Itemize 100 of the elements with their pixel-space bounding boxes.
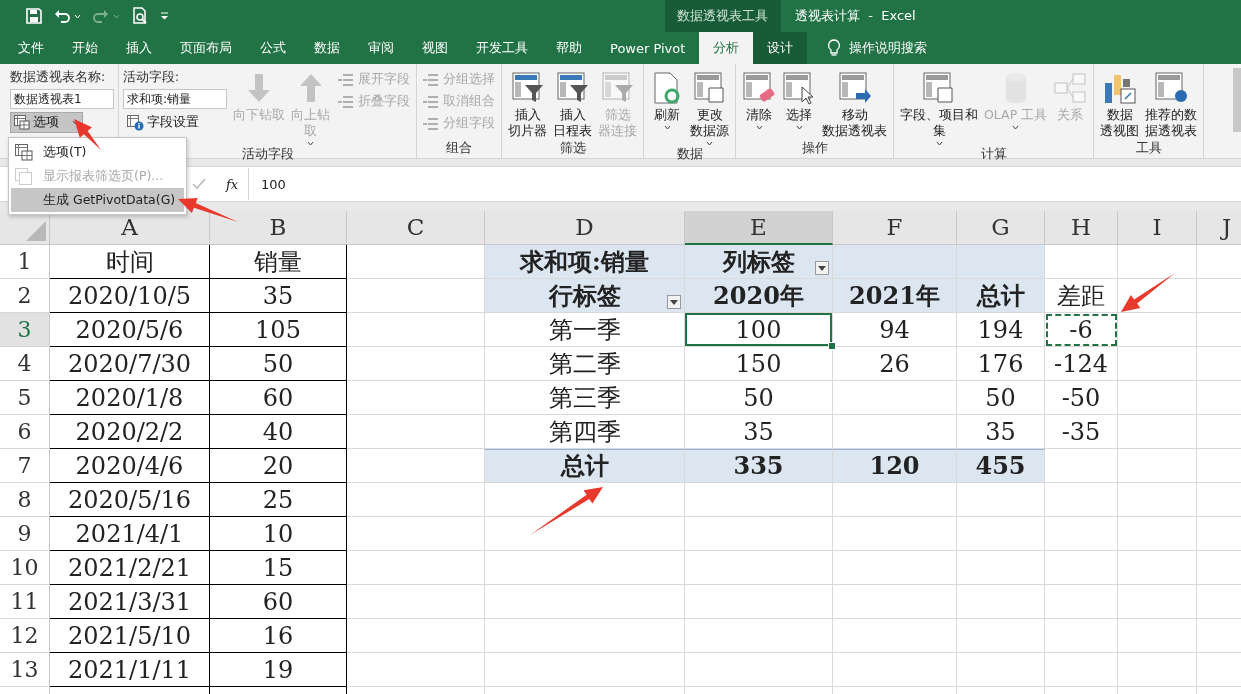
- table-cell[interactable]: [347, 381, 485, 415]
- column-header[interactable]: I: [1118, 211, 1197, 245]
- ribbon-button[interactable]: 数据 透视图: [1098, 68, 1142, 140]
- insert-function-button[interactable]: fx: [226, 176, 248, 192]
- table-cell[interactable]: [833, 483, 957, 517]
- table-cell[interactable]: 2020/5/6: [50, 313, 210, 347]
- column-header[interactable]: H: [1045, 211, 1118, 245]
- table-cell[interactable]: 60: [210, 381, 347, 415]
- table-cell[interactable]: [485, 551, 685, 585]
- ribbon-tab[interactable]: 分析: [699, 32, 754, 64]
- table-cell[interactable]: 2020年: [685, 279, 833, 313]
- table-cell[interactable]: 19: [210, 653, 347, 687]
- row-header[interactable]: 13: [0, 653, 50, 687]
- table-cell[interactable]: 2021/5/10: [50, 619, 210, 653]
- table-cell[interactable]: [347, 517, 485, 551]
- table-cell[interactable]: [1118, 313, 1197, 347]
- table-cell[interactable]: -124: [1045, 347, 1118, 381]
- ribbon-tab[interactable]: 审阅: [354, 32, 408, 64]
- formula-input[interactable]: 100: [248, 168, 1241, 200]
- table-cell[interactable]: [1118, 245, 1197, 279]
- select-all-button[interactable]: [0, 211, 50, 245]
- table-cell[interactable]: [347, 483, 485, 517]
- ribbon-tab[interactable]: Power Pivot: [596, 32, 700, 64]
- table-cell[interactable]: [1118, 619, 1197, 653]
- table-cell[interactable]: 94: [833, 313, 957, 347]
- column-header[interactable]: J: [1197, 211, 1241, 245]
- table-cell[interactable]: -50: [1045, 381, 1118, 415]
- ribbon-button[interactable]: 移动 数据透视表: [820, 68, 889, 140]
- ribbon-tab[interactable]: 数据: [300, 32, 354, 64]
- table-cell[interactable]: 2021/4/1: [50, 517, 210, 551]
- table-cell[interactable]: [1045, 517, 1118, 551]
- ribbon-tab[interactable]: 插入: [112, 32, 166, 64]
- table-cell[interactable]: 2021年: [833, 279, 957, 313]
- table-cell[interactable]: 2020/4/6: [50, 449, 210, 483]
- table-cell[interactable]: [485, 585, 685, 619]
- table-cell[interactable]: 第一季: [485, 313, 685, 347]
- undo-icon[interactable]: [54, 8, 70, 24]
- table-cell[interactable]: [1118, 347, 1197, 381]
- table-cell[interactable]: 2020/2/2: [50, 415, 210, 449]
- table-cell[interactable]: [1045, 245, 1118, 279]
- ribbon-button[interactable]: 字段设置: [123, 112, 203, 133]
- row-header[interactable]: 4: [0, 347, 50, 381]
- table-cell[interactable]: [833, 381, 957, 415]
- table-cell[interactable]: [1118, 415, 1197, 449]
- table-cell[interactable]: 列标签: [685, 245, 833, 279]
- table-cell[interactable]: [1045, 653, 1118, 687]
- table-cell[interactable]: 2020/7/30: [50, 347, 210, 381]
- ribbon-button[interactable]: 更改 数据源: [688, 68, 731, 146]
- table-cell[interactable]: 时间: [50, 245, 210, 279]
- column-header[interactable]: G: [957, 211, 1045, 245]
- table-cell[interactable]: 求和项:销量: [485, 245, 685, 279]
- table-cell[interactable]: [1118, 483, 1197, 517]
- table-cell[interactable]: [347, 415, 485, 449]
- row-header[interactable]: 9: [0, 517, 50, 551]
- filter-button[interactable]: [667, 295, 681, 309]
- table-cell[interactable]: [957, 483, 1045, 517]
- table-cell[interactable]: 176: [957, 347, 1045, 381]
- table-cell[interactable]: 总计: [485, 449, 685, 483]
- table-cell[interactable]: -35: [1045, 415, 1118, 449]
- ribbon-tab[interactable]: 开发工具: [462, 32, 542, 64]
- ribbon-tab[interactable]: 视图: [408, 32, 462, 64]
- column-header[interactable]: A: [50, 211, 210, 245]
- table-cell[interactable]: [1045, 585, 1118, 619]
- table-cell[interactable]: 销量: [210, 245, 347, 279]
- table-cell[interactable]: 第三季: [485, 381, 685, 415]
- table-cell[interactable]: [685, 619, 833, 653]
- row-header[interactable]: 10: [0, 551, 50, 585]
- lightbulb-icon[interactable]: [827, 39, 842, 57]
- table-cell[interactable]: 40: [210, 415, 347, 449]
- text-field[interactable]: 求和项:销量: [123, 89, 227, 109]
- ribbon-button[interactable]: 选项: [10, 112, 83, 133]
- table-cell[interactable]: 100: [685, 313, 833, 347]
- ribbon-button[interactable]: 选择: [780, 68, 818, 140]
- customize-caret-icon[interactable]: [160, 12, 169, 20]
- row-header[interactable]: 5: [0, 381, 50, 415]
- table-cell[interactable]: [1045, 551, 1118, 585]
- table-cell[interactable]: [1118, 381, 1197, 415]
- table-cell[interactable]: [685, 653, 833, 687]
- table-cell[interactable]: 15: [210, 551, 347, 585]
- table-cell[interactable]: 2021/3/31: [50, 585, 210, 619]
- table-cell[interactable]: [1045, 449, 1118, 483]
- table-cell[interactable]: [833, 245, 957, 279]
- text-field[interactable]: 数据透视表1: [10, 89, 114, 109]
- table-cell[interactable]: [1118, 449, 1197, 483]
- table-cell[interactable]: 60: [210, 585, 347, 619]
- menu-item[interactable]: 选项(T): [11, 140, 184, 164]
- table-cell[interactable]: [1118, 517, 1197, 551]
- row-header[interactable]: 2: [0, 279, 50, 313]
- table-cell[interactable]: [685, 483, 833, 517]
- table-cell[interactable]: [957, 585, 1045, 619]
- save-icon[interactable]: [26, 8, 42, 24]
- table-cell[interactable]: [347, 585, 485, 619]
- ribbon-button[interactable]: 插入 日程表: [551, 68, 594, 140]
- ribbon-tab[interactable]: 页面布局: [166, 32, 246, 64]
- table-cell[interactable]: 35: [210, 279, 347, 313]
- row-header[interactable]: 7: [0, 449, 50, 483]
- table-cell[interactable]: 105: [210, 313, 347, 347]
- ribbon-tab[interactable]: 公式: [246, 32, 300, 64]
- table-cell[interactable]: 2021/1/11: [50, 653, 210, 687]
- table-cell[interactable]: [347, 313, 485, 347]
